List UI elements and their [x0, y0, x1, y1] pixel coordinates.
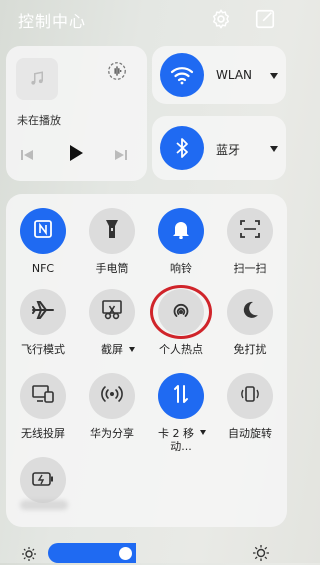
tile-wireless-projection[interactable]	[20, 373, 66, 419]
tile-power-saving[interactable]	[20, 457, 66, 503]
scissors-icon	[102, 300, 122, 324]
page-title: 控制中心	[18, 12, 87, 31]
rotate-icon	[240, 384, 260, 408]
tile-label-blurred	[20, 500, 68, 510]
edit-icon[interactable]	[254, 8, 276, 30]
data-arrows-icon	[173, 384, 189, 408]
tile-label: 响铃	[170, 262, 192, 275]
airplane-icon	[32, 300, 54, 324]
bluetooth-icon[interactable]	[160, 126, 204, 170]
tile-auto-rotate[interactable]	[227, 373, 273, 419]
wlan-chevron-down-icon[interactable]	[270, 73, 278, 79]
tile-label: NFC	[31, 262, 55, 275]
media-status: 未在播放	[17, 114, 61, 127]
audio-output-icon[interactable]	[106, 60, 128, 82]
annotation-red-circle	[150, 285, 212, 339]
tile-nfc[interactable]	[20, 208, 66, 254]
bluetooth-chevron-down-icon[interactable]	[270, 146, 278, 152]
tile-label: 自动旋转	[228, 427, 272, 440]
tile-label-line2: 动...	[170, 440, 192, 453]
tile-label: 扫一扫	[233, 262, 267, 275]
wlan-label: WLAN	[216, 68, 253, 82]
tile-do-not-disturb[interactable]	[227, 289, 273, 335]
scan-icon	[240, 219, 260, 243]
tile-label: 手电筒	[95, 262, 129, 275]
brightness-high-icon	[253, 545, 269, 565]
media-card[interactable]: 未在播放	[6, 46, 147, 181]
tile-label: 飞行模式	[21, 343, 65, 356]
tile-label: 截屏	[101, 343, 123, 356]
tile-scan[interactable]	[227, 208, 273, 254]
tile-huawei-share[interactable]	[89, 373, 135, 419]
tile-label: 免打扰	[233, 343, 267, 356]
tile-label: 个人热点	[159, 343, 203, 356]
brightness-slider-thumb[interactable]	[119, 547, 132, 560]
nfc-icon	[33, 219, 53, 243]
tile-airplane-mode[interactable]	[20, 289, 66, 335]
tile-label: 无线投屏	[21, 427, 65, 440]
gear-icon[interactable]	[210, 8, 232, 30]
tile-mobile-data[interactable]	[158, 373, 204, 419]
brightness-low-icon	[22, 546, 36, 565]
tile-flashlight[interactable]	[89, 208, 135, 254]
screenshot-chevron-down-icon[interactable]	[129, 347, 135, 352]
cast-icon	[32, 385, 54, 407]
next-track-icon[interactable]	[114, 147, 128, 166]
mobile-data-chevron-down-icon[interactable]	[200, 430, 206, 435]
battery-saver-icon	[32, 471, 54, 490]
wifi-icon[interactable]	[160, 53, 204, 97]
bluetooth-label: 蓝牙	[216, 143, 241, 157]
wlan-toggle[interactable]: WLAN	[152, 46, 286, 104]
tile-label: 华为分享	[90, 427, 134, 440]
music-note-icon	[16, 58, 58, 100]
bluetooth-toggle[interactable]: 蓝牙	[152, 116, 286, 180]
share-signal-icon	[101, 385, 123, 407]
moon-icon	[241, 301, 259, 323]
bell-icon	[172, 219, 190, 243]
tile-screenshot[interactable]	[89, 289, 135, 335]
play-icon[interactable]	[68, 144, 84, 166]
prev-track-icon[interactable]	[20, 147, 34, 166]
flashlight-icon	[104, 218, 120, 244]
tile-ringer[interactable]	[158, 208, 204, 254]
